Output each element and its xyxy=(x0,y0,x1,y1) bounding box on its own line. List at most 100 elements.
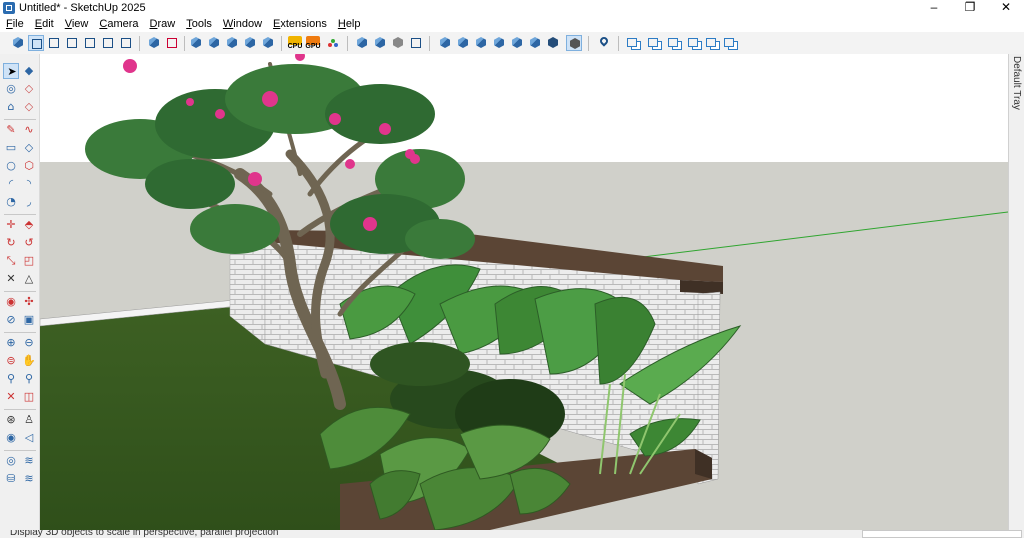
location-button[interactable] xyxy=(596,35,612,51)
rectangle-tool[interactable]: ▭ xyxy=(3,140,19,156)
layers-tool[interactable]: ≋ xyxy=(21,471,37,487)
menu-extensions[interactable]: Extensions xyxy=(267,16,332,32)
model-viewport[interactable] xyxy=(40,54,1008,530)
geo-location-tool[interactable]: ◎ xyxy=(3,453,19,469)
zoom-window-tool[interactable]: ⚲ xyxy=(21,371,37,387)
arc-3pt-tool[interactable]: ◞ xyxy=(21,194,37,210)
menu-camera[interactable]: Camera xyxy=(93,16,143,32)
zoom-extents-tool[interactable]: ✕ xyxy=(3,389,19,405)
scene-4-button[interactable] xyxy=(686,35,702,51)
close-button[interactable]: ✕ xyxy=(988,0,1024,16)
hidden-line-style-button[interactable] xyxy=(473,35,489,51)
push-pull-tool[interactable]: ⬘ xyxy=(21,217,37,233)
dimension-tool[interactable]: ◉ xyxy=(3,294,19,310)
pan-tool[interactable]: ✋ xyxy=(21,353,37,369)
xray-style-button[interactable] xyxy=(437,35,453,51)
line-tool[interactable]: ✎ xyxy=(3,122,19,138)
move-tool[interactable]: ✛ xyxy=(3,217,19,233)
section-plane-tool[interactable]: ⊕ xyxy=(3,335,19,351)
select-tool[interactable]: ➤ xyxy=(3,63,19,79)
circle-tool[interactable]: ○ xyxy=(3,158,19,174)
tape-measure-tool[interactable]: ✕ xyxy=(3,271,19,287)
gpu-label: GPU xyxy=(305,43,321,50)
section-fill-button[interactable] xyxy=(188,35,204,51)
sandbox-tool[interactable]: ≋ xyxy=(21,453,37,469)
polygon-tool[interactable]: ⬡ xyxy=(21,158,37,174)
left-view-button[interactable] xyxy=(100,35,116,51)
scene-6-button[interactable] xyxy=(722,35,738,51)
default-tray-panel[interactable]: Default Tray xyxy=(1008,54,1024,530)
orbit-tool[interactable]: ⊜ xyxy=(3,353,19,369)
erase-tool-2[interactable]: ◇ xyxy=(21,99,37,115)
menu-tools[interactable]: Tools xyxy=(180,16,217,32)
measurements-box[interactable] xyxy=(862,530,1022,538)
paint-bucket-tool[interactable]: ◆ xyxy=(21,63,37,79)
rotate-tool[interactable]: ↻ xyxy=(3,235,19,251)
cpu-render-button[interactable]: CPU xyxy=(287,35,303,51)
back-view-button[interactable] xyxy=(82,35,98,51)
material-browser-button[interactable] xyxy=(372,35,388,51)
title-bar: Untitled* - SketchUp 2025 – ❐ ✕ xyxy=(0,0,1024,16)
styles-button[interactable] xyxy=(325,35,341,51)
minimize-button[interactable]: – xyxy=(916,0,952,16)
pie-tool[interactable]: ◔ xyxy=(3,194,19,210)
menu-view[interactable]: View xyxy=(59,16,94,32)
menu-edit[interactable]: Edit xyxy=(29,16,59,32)
scene-2-button[interactable] xyxy=(646,35,662,51)
eraser-tool[interactable]: ◇ xyxy=(21,81,37,97)
protractor-tool[interactable]: △ xyxy=(21,271,37,287)
shaded-style-button[interactable] xyxy=(491,35,507,51)
back-edges-button[interactable] xyxy=(242,35,258,51)
scene-3-button[interactable] xyxy=(666,35,682,51)
layout-send-button[interactable] xyxy=(408,35,424,51)
axes-tool[interactable]: ⊘ xyxy=(3,312,19,328)
scene-3-icon xyxy=(668,38,678,47)
lasso-tool[interactable]: ◎ xyxy=(3,81,19,97)
freehand-tool[interactable]: ∿ xyxy=(21,122,37,138)
warehouse-tool[interactable]: ⛁ xyxy=(3,471,19,487)
position-camera-tool[interactable]: ♙ xyxy=(21,412,37,428)
textured-style-button[interactable] xyxy=(566,35,582,51)
scene-1-button[interactable] xyxy=(625,35,641,51)
menu-draw[interactable]: Draw xyxy=(144,16,181,32)
offset-tool[interactable]: ◰ xyxy=(21,253,37,269)
walk-tool[interactable]: ⊛ xyxy=(3,412,19,428)
menu-window[interactable]: Window xyxy=(217,16,267,32)
gpu-render-button[interactable]: GPU xyxy=(305,35,321,51)
wireframe-style-button[interactable] xyxy=(455,35,471,51)
rotated-rectangle-tool[interactable]: ◇ xyxy=(21,140,37,156)
maximize-button[interactable]: ❐ xyxy=(952,0,988,16)
top-view-button[interactable] xyxy=(28,35,44,51)
right-view-button[interactable] xyxy=(64,35,80,51)
text-tool[interactable]: ✣ xyxy=(21,294,37,310)
arc-2pt-tool[interactable]: ◝ xyxy=(21,176,37,192)
tag-tool[interactable]: ⌂ xyxy=(3,99,19,115)
look-around-tool[interactable]: ◉ xyxy=(3,430,19,446)
menu-help[interactable]: Help xyxy=(332,16,366,32)
zoom-tool[interactable]: ⚲ xyxy=(3,371,19,387)
previous-view-tool[interactable]: ◫ xyxy=(21,389,37,405)
component-browser-button[interactable] xyxy=(354,35,370,51)
monochrome-style-button[interactable] xyxy=(527,35,543,51)
scale-tool[interactable]: ⤡ xyxy=(3,253,19,269)
iso-view-button[interactable] xyxy=(10,35,26,51)
section-cut-button[interactable] xyxy=(164,35,180,51)
section-display-button[interactable] xyxy=(206,35,222,51)
position-camera-icon: ⊛ xyxy=(6,413,16,426)
menu-file[interactable]: File xyxy=(0,16,29,32)
dark-style-button[interactable] xyxy=(545,35,561,51)
front-view-button[interactable] xyxy=(46,35,62,51)
shaded-textures-style-button[interactable] xyxy=(509,35,525,51)
scene-5-button[interactable] xyxy=(704,35,720,51)
3d-text-tool[interactable]: ▣ xyxy=(21,312,37,328)
position-tool[interactable]: ◁ xyxy=(21,430,37,446)
x-ray-button[interactable] xyxy=(224,35,240,51)
bottom-view-button[interactable] xyxy=(118,35,134,51)
extension-warehouse-button[interactable] xyxy=(390,35,406,51)
section-plane-button[interactable] xyxy=(146,35,162,51)
arc-tool[interactable]: ◜ xyxy=(3,176,19,192)
hidden-geometry-button[interactable] xyxy=(260,35,276,51)
tray-label[interactable]: Default Tray xyxy=(1011,56,1022,110)
follow-me-tool[interactable]: ↺ xyxy=(21,235,37,251)
section-fill-tool[interactable]: ⊖ xyxy=(21,335,37,351)
